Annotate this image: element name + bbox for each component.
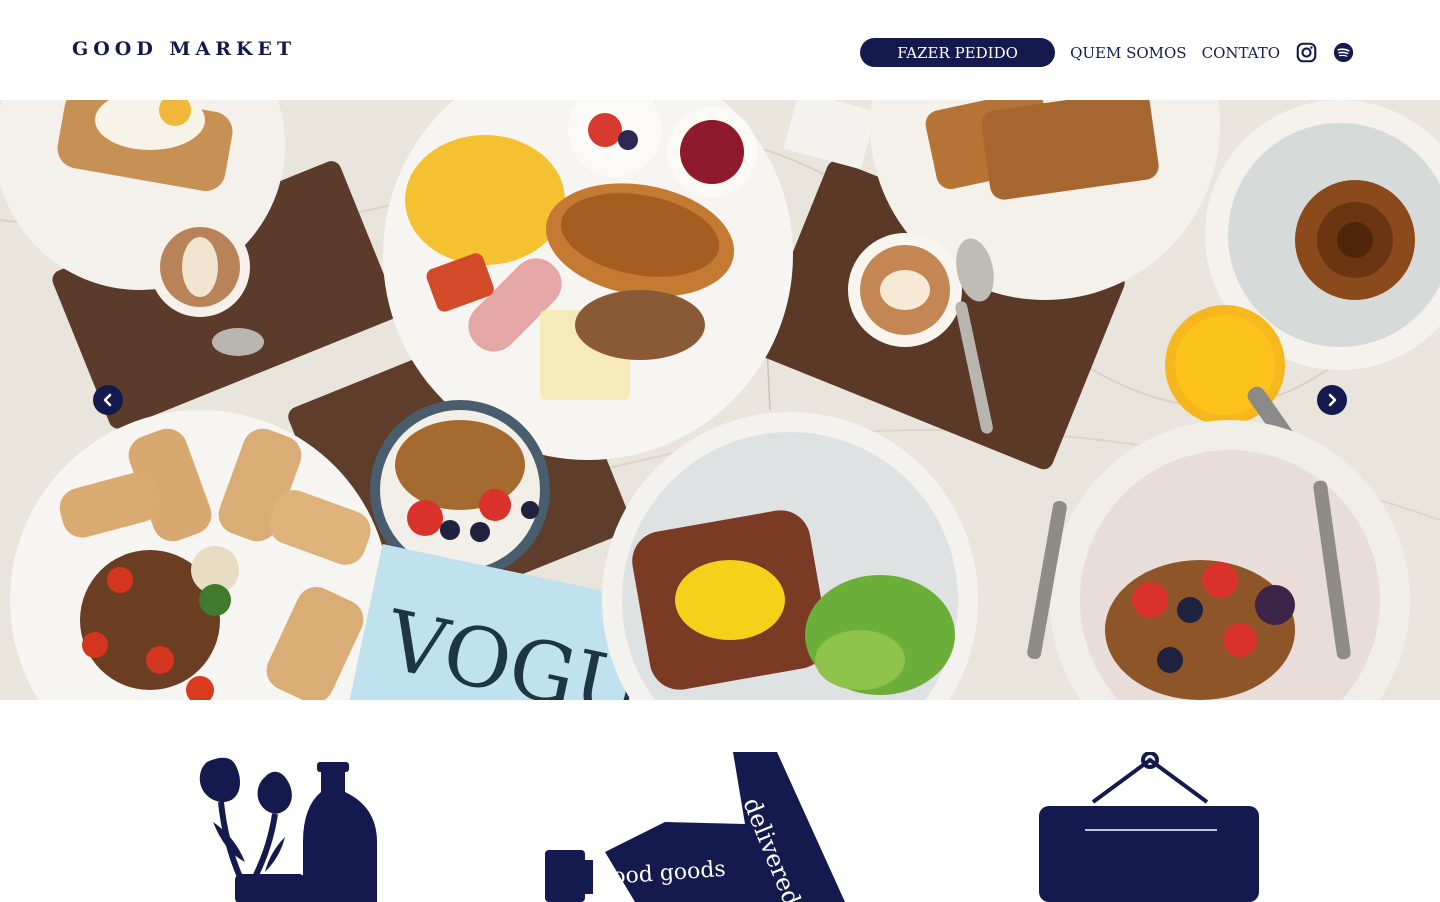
site-logo[interactable]: GOOD MARKET bbox=[72, 38, 296, 60]
hero-carousel: VOGUE bbox=[0, 100, 1440, 700]
nav-link-contact[interactable]: CONTATO bbox=[1202, 44, 1280, 62]
nav-link-about[interactable]: QUEM SOMOS bbox=[1070, 44, 1187, 62]
order-button[interactable]: FAZER PEDIDO bbox=[860, 38, 1056, 67]
hanging-sign-illustration bbox=[1039, 752, 1259, 902]
spotify-icon[interactable] bbox=[1332, 42, 1354, 64]
site-header: GOOD MARKET FAZER PEDIDO QUEM SOMOS CONT… bbox=[0, 0, 1440, 100]
hero-food-photo: VOGUE bbox=[0, 100, 1440, 700]
carousel-prev-button[interactable] bbox=[93, 385, 123, 415]
chevron-right-icon bbox=[1328, 393, 1337, 407]
main-nav: FAZER PEDIDO QUEM SOMOS CONTATO bbox=[860, 38, 1354, 67]
chevron-left-icon bbox=[103, 393, 112, 407]
instagram-icon[interactable] bbox=[1295, 42, 1317, 64]
features-section: good goods delivered bbox=[0, 700, 1440, 902]
flowers-bottle-illustration bbox=[199, 757, 377, 902]
delivery-illustration: good goods delivered bbox=[545, 752, 845, 902]
carousel-next-button[interactable] bbox=[1317, 385, 1347, 415]
